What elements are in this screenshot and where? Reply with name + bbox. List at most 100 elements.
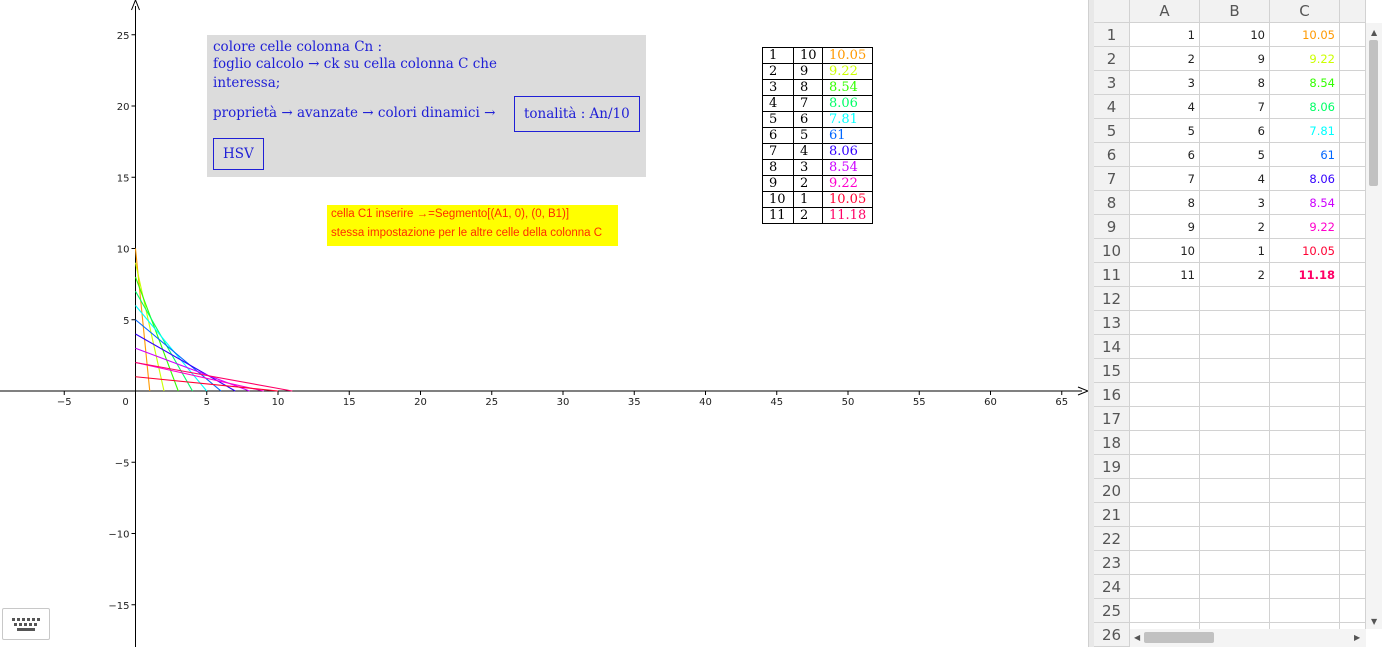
cell-extra[interactable] xyxy=(1340,311,1366,335)
row-header[interactable]: 5 xyxy=(1094,119,1130,143)
row-header[interactable]: 14 xyxy=(1094,335,1130,359)
horizontal-scroll-thumb[interactable] xyxy=(1144,632,1214,643)
cell-a23[interactable] xyxy=(1130,551,1200,575)
cell-c4[interactable]: 8.06 xyxy=(1270,95,1340,119)
cell-extra[interactable] xyxy=(1340,455,1366,479)
cell-b18[interactable] xyxy=(1200,431,1270,455)
cell-extra[interactable] xyxy=(1340,359,1366,383)
scroll-right-arrow-icon[interactable]: ▶ xyxy=(1354,633,1360,642)
row-header[interactable]: 3 xyxy=(1094,71,1130,95)
cell-c3[interactable]: 8.54 xyxy=(1270,71,1340,95)
cell-extra[interactable] xyxy=(1340,407,1366,431)
cell-c7[interactable]: 8.06 xyxy=(1270,167,1340,191)
cell-a15[interactable] xyxy=(1130,359,1200,383)
row-header[interactable]: 1 xyxy=(1094,23,1130,47)
cell-extra[interactable] xyxy=(1340,215,1366,239)
cell-c5[interactable]: 7.81 xyxy=(1270,119,1340,143)
scroll-left-arrow-icon[interactable]: ◀ xyxy=(1134,633,1140,642)
row-header[interactable]: 7 xyxy=(1094,167,1130,191)
cell-b14[interactable] xyxy=(1200,335,1270,359)
cell-c15[interactable] xyxy=(1270,359,1340,383)
cell-a7[interactable]: 7 xyxy=(1130,167,1200,191)
instructions-box[interactable]: colore celle colonna Cn : foglio calcolo… xyxy=(207,35,646,177)
cell-b7[interactable]: 4 xyxy=(1200,167,1270,191)
formula-note[interactable]: cella C1 inserire →=Segmento[(A1, 0), (0… xyxy=(327,205,618,246)
cell-a2[interactable]: 2 xyxy=(1130,47,1200,71)
cell-c8[interactable]: 8.54 xyxy=(1270,191,1340,215)
cell-c10[interactable]: 10.05 xyxy=(1270,239,1340,263)
cell-a6[interactable]: 6 xyxy=(1130,143,1200,167)
cell-a11[interactable]: 11 xyxy=(1130,263,1200,287)
cell-b6[interactable]: 5 xyxy=(1200,143,1270,167)
cell-b1[interactable]: 10 xyxy=(1200,23,1270,47)
cell-a4[interactable]: 4 xyxy=(1130,95,1200,119)
row-header[interactable]: 21 xyxy=(1094,503,1130,527)
cell-c20[interactable] xyxy=(1270,479,1340,503)
row-header[interactable]: 4 xyxy=(1094,95,1130,119)
cell-b11[interactable]: 2 xyxy=(1200,263,1270,287)
cell-b10[interactable]: 1 xyxy=(1200,239,1270,263)
cell-extra[interactable] xyxy=(1340,503,1366,527)
scroll-down-arrow-icon[interactable]: ▼ xyxy=(1371,617,1377,626)
cell-a9[interactable]: 9 xyxy=(1130,215,1200,239)
cell-b16[interactable] xyxy=(1200,383,1270,407)
cell-a14[interactable] xyxy=(1130,335,1200,359)
cell-c21[interactable] xyxy=(1270,503,1340,527)
cell-a20[interactable] xyxy=(1130,479,1200,503)
cell-extra[interactable] xyxy=(1340,95,1366,119)
row-header[interactable]: 9 xyxy=(1094,215,1130,239)
cell-c22[interactable] xyxy=(1270,527,1340,551)
cell-extra[interactable] xyxy=(1340,47,1366,71)
cell-b13[interactable] xyxy=(1200,311,1270,335)
row-header[interactable]: 12 xyxy=(1094,287,1130,311)
row-header[interactable]: 11 xyxy=(1094,263,1130,287)
cell-extra[interactable] xyxy=(1340,119,1366,143)
cell-extra[interactable] xyxy=(1340,527,1366,551)
column-header-c[interactable]: C xyxy=(1270,0,1340,23)
cell-b20[interactable] xyxy=(1200,479,1270,503)
row-header[interactable]: 6 xyxy=(1094,143,1130,167)
cell-extra[interactable] xyxy=(1340,167,1366,191)
cell-a16[interactable] xyxy=(1130,383,1200,407)
cell-c17[interactable] xyxy=(1270,407,1340,431)
cell-extra[interactable] xyxy=(1340,599,1366,623)
cell-c11[interactable]: 11.18 xyxy=(1270,263,1340,287)
cell-c14[interactable] xyxy=(1270,335,1340,359)
cell-extra[interactable] xyxy=(1340,383,1366,407)
cell-a8[interactable]: 8 xyxy=(1130,191,1200,215)
cell-extra[interactable] xyxy=(1340,335,1366,359)
cell-extra[interactable] xyxy=(1340,287,1366,311)
cell-a25[interactable] xyxy=(1130,599,1200,623)
cell-extra[interactable] xyxy=(1340,575,1366,599)
cell-b22[interactable] xyxy=(1200,527,1270,551)
cell-c12[interactable] xyxy=(1270,287,1340,311)
cell-b24[interactable] xyxy=(1200,575,1270,599)
row-header[interactable]: 10 xyxy=(1094,239,1130,263)
cell-c23[interactable] xyxy=(1270,551,1340,575)
cell-a12[interactable] xyxy=(1130,287,1200,311)
cell-extra[interactable] xyxy=(1340,143,1366,167)
corner-header[interactable] xyxy=(1094,0,1130,23)
cell-a22[interactable] xyxy=(1130,527,1200,551)
row-header[interactable]: 25 xyxy=(1094,599,1130,623)
column-header-a[interactable]: A xyxy=(1130,0,1200,23)
row-header[interactable]: 20 xyxy=(1094,479,1130,503)
cell-b3[interactable]: 8 xyxy=(1200,71,1270,95)
row-header[interactable]: 22 xyxy=(1094,527,1130,551)
cell-c2[interactable]: 9.22 xyxy=(1270,47,1340,71)
cell-b8[interactable]: 3 xyxy=(1200,191,1270,215)
cell-b4[interactable]: 7 xyxy=(1200,95,1270,119)
cell-c16[interactable] xyxy=(1270,383,1340,407)
row-header[interactable]: 26 xyxy=(1094,623,1130,647)
cell-c6[interactable]: 61 xyxy=(1270,143,1340,167)
cell-a19[interactable] xyxy=(1130,455,1200,479)
cell-extra[interactable] xyxy=(1340,431,1366,455)
cell-extra[interactable] xyxy=(1340,239,1366,263)
row-header[interactable]: 23 xyxy=(1094,551,1130,575)
cell-c13[interactable] xyxy=(1270,311,1340,335)
row-header[interactable]: 18 xyxy=(1094,431,1130,455)
row-header[interactable]: 13 xyxy=(1094,311,1130,335)
cell-a21[interactable] xyxy=(1130,503,1200,527)
cell-extra[interactable] xyxy=(1340,71,1366,95)
row-header[interactable]: 15 xyxy=(1094,359,1130,383)
